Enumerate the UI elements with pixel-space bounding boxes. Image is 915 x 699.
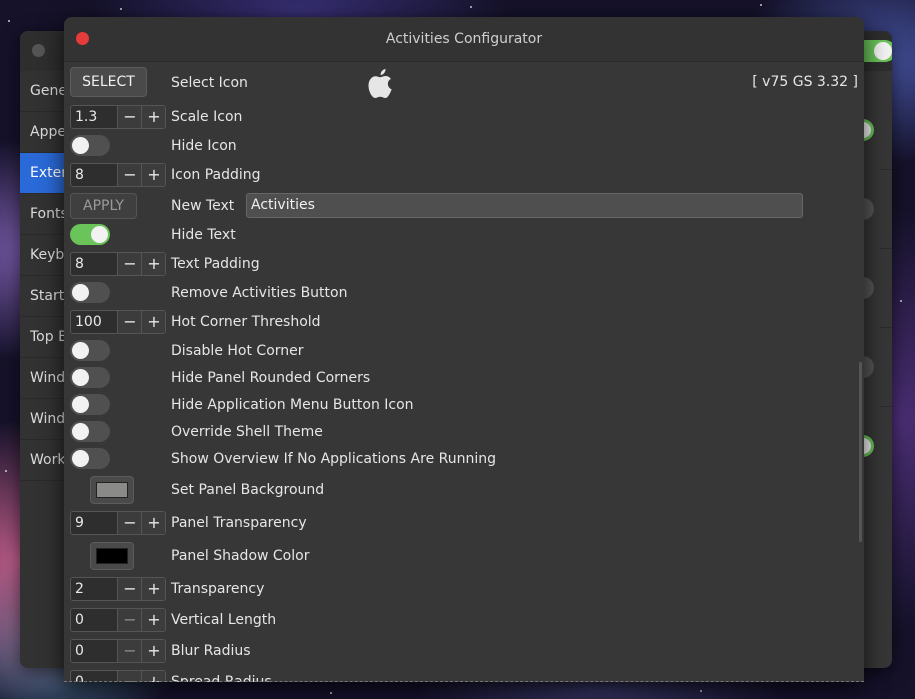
select-icon-button[interactable]: SELECT	[70, 67, 147, 97]
panel-shadow-color-button[interactable]	[90, 542, 134, 570]
icon-padding-minus-button[interactable]: −	[117, 164, 142, 186]
text-padding-label: Text Padding	[171, 256, 260, 272]
icon-padding-value[interactable]: 8	[71, 164, 117, 186]
override-shell-theme-label: Override Shell Theme	[171, 424, 323, 440]
panel-shadow-color-label: Panel Shadow Color	[171, 548, 310, 564]
panel-background-label: Set Panel Background	[171, 482, 325, 498]
blur-radius-stepper: 0 − +	[70, 639, 166, 663]
scrollbar[interactable]	[859, 362, 862, 542]
hide-icon-toggle[interactable]	[70, 135, 110, 156]
transparency-label: Transparency	[171, 581, 265, 597]
hide-text-toggle[interactable]	[70, 224, 110, 245]
scale-icon-label: Scale Icon	[171, 109, 243, 125]
vertical-length-value[interactable]: 0	[71, 609, 117, 631]
vertical-length-plus-button[interactable]: +	[141, 609, 165, 631]
icon-padding-stepper: 8 − +	[70, 163, 166, 187]
transparency-value[interactable]: 2	[71, 578, 117, 600]
remove-activities-toggle[interactable]	[70, 282, 110, 303]
transparency-minus-button[interactable]: −	[117, 578, 142, 600]
panel-transparency-stepper: 9 − +	[70, 511, 166, 535]
version-label: [ v75 GS 3.32 ]	[752, 74, 858, 90]
remove-activities-label: Remove Activities Button	[171, 285, 348, 301]
divider	[880, 406, 892, 407]
new-text-input[interactable]: Activities	[246, 193, 803, 218]
hide-icon-label: Hide Icon	[171, 138, 237, 154]
panel-transparency-plus-button[interactable]: +	[141, 512, 165, 534]
scale-icon-plus-button[interactable]: +	[141, 106, 165, 128]
show-overview-toggle[interactable]	[70, 448, 110, 469]
text-padding-value[interactable]: 8	[71, 253, 117, 275]
hot-corner-threshold-stepper: 100 − +	[70, 310, 166, 334]
apply-button[interactable]: APPLY	[70, 193, 137, 219]
text-padding-minus-button[interactable]: −	[117, 253, 142, 275]
transparency-plus-button[interactable]: +	[141, 578, 165, 600]
background-sidebar: Gene Appe Exten Fonts Keyb Startu Top B …	[20, 71, 80, 668]
blur-radius-minus-button[interactable]: −	[117, 640, 142, 662]
vertical-length-minus-button[interactable]: −	[117, 609, 142, 631]
hide-app-menu-icon-label: Hide Application Menu Button Icon	[171, 397, 414, 413]
hide-app-menu-icon-toggle[interactable]	[70, 394, 110, 415]
hot-corner-threshold-plus-button[interactable]: +	[141, 311, 165, 333]
new-text-label: New Text	[171, 198, 235, 214]
blur-radius-value[interactable]: 0	[71, 640, 117, 662]
blur-radius-label: Blur Radius	[171, 643, 251, 659]
panel-transparency-minus-button[interactable]: −	[117, 512, 142, 534]
titlebar: Activities Configurator	[64, 17, 864, 62]
scale-icon-minus-button[interactable]: −	[117, 106, 142, 128]
disable-hot-corner-toggle[interactable]	[70, 340, 110, 361]
disable-hot-corner-label: Disable Hot Corner	[171, 343, 304, 359]
hide-rounded-corners-toggle[interactable]	[70, 367, 110, 388]
scale-icon-value[interactable]: 1.3	[71, 106, 117, 128]
background-window-button[interactable]	[32, 44, 45, 57]
window-title: Activities Configurator	[385, 31, 543, 47]
panel-transparency-label: Panel Transparency	[171, 515, 307, 531]
icon-padding-label: Icon Padding	[171, 167, 261, 183]
hide-rounded-corners-label: Hide Panel Rounded Corners	[171, 370, 371, 386]
blur-radius-plus-button[interactable]: +	[141, 640, 165, 662]
vertical-length-label: Vertical Length	[171, 612, 277, 628]
panel-shadow-swatch	[96, 548, 128, 564]
apple-icon	[368, 69, 392, 98]
divider	[880, 327, 892, 328]
icon-padding-plus-button[interactable]: +	[141, 164, 165, 186]
panel-background-color-button[interactable]	[90, 476, 134, 504]
hot-corner-threshold-minus-button[interactable]: −	[117, 311, 142, 333]
text-padding-plus-button[interactable]: +	[141, 253, 165, 275]
panel-transparency-value[interactable]: 9	[71, 512, 117, 534]
text-padding-stepper: 8 − +	[70, 252, 166, 276]
activities-configurator-window: Activities Configurator SELECT Select Ic…	[64, 17, 864, 682]
divider	[880, 248, 892, 249]
select-icon-label: Select Icon	[171, 75, 248, 91]
hot-corner-threshold-label: Hot Corner Threshold	[171, 314, 321, 330]
panel-background-swatch	[96, 482, 128, 498]
hide-text-label: Hide Text	[171, 227, 236, 243]
scale-icon-stepper: 1.3 − +	[70, 105, 166, 129]
settings-content: SELECT Select Icon [ v75 GS 3.32 ] 1.3 −…	[64, 62, 864, 682]
window-bottom-edge	[64, 679, 864, 682]
divider	[880, 169, 892, 170]
transparency-stepper: 2 − +	[70, 577, 166, 601]
hot-corner-threshold-value[interactable]: 100	[71, 311, 117, 333]
vertical-length-stepper: 0 − +	[70, 608, 166, 632]
show-overview-label: Show Overview If No Applications Are Run…	[171, 451, 497, 467]
override-shell-theme-toggle[interactable]	[70, 421, 110, 442]
